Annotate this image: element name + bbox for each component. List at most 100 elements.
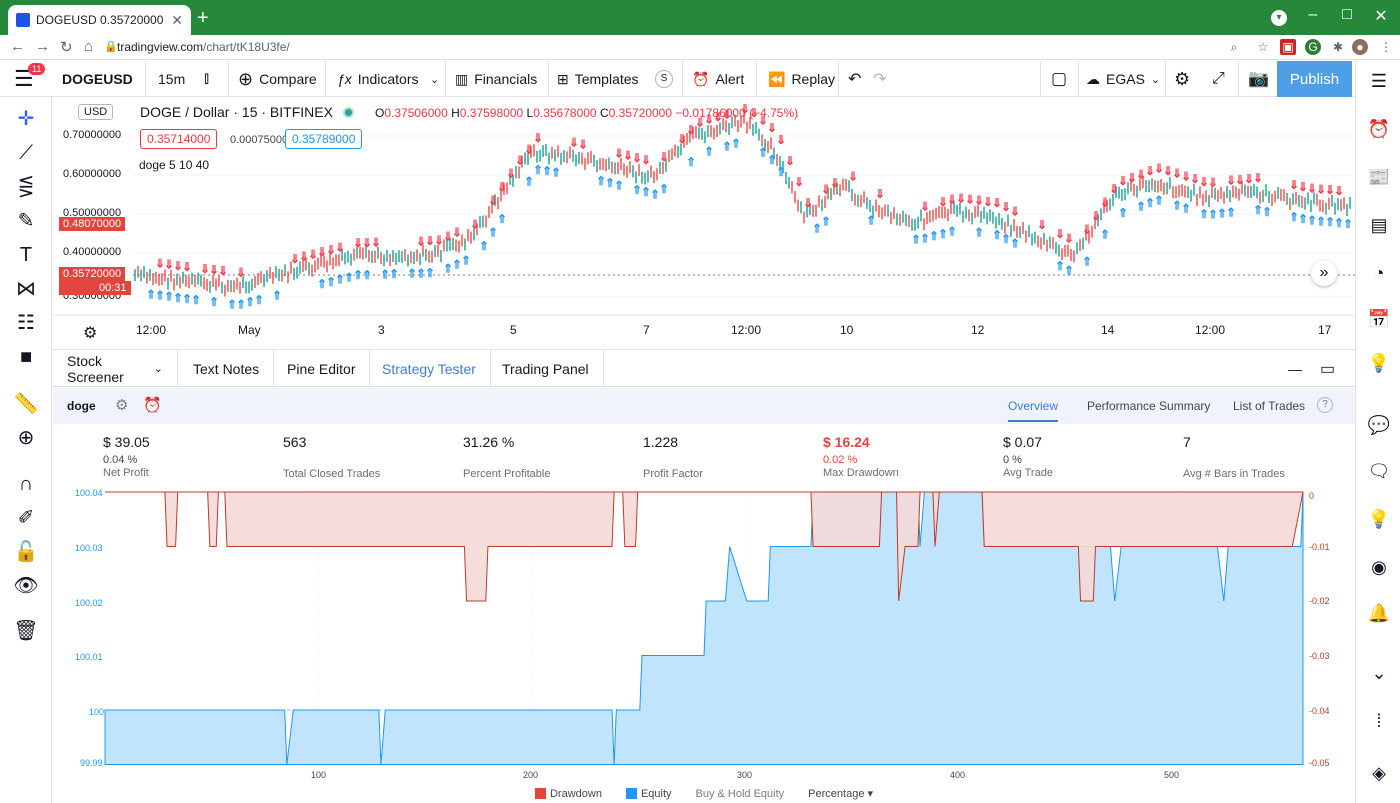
alerts-clock-icon[interactable]: ⏰ [1367, 117, 1391, 141]
currency-button[interactable]: USD [78, 104, 114, 120]
scale-dropdown[interactable]: Percentage ▾ [808, 787, 873, 800]
reload-icon[interactable]: ↻ [60, 38, 73, 56]
sell-signal-arrow: ⇓ [1100, 196, 1110, 210]
ruler-icon[interactable]: 📏 [13, 392, 39, 416]
chats-icon[interactable]: 💬 [1367, 413, 1391, 437]
streams-icon[interactable]: 💡 [1367, 507, 1391, 531]
help-icon[interactable]: ? [1317, 397, 1333, 413]
news-icon[interactable]: 📰 [1367, 165, 1391, 189]
back-icon[interactable]: ← [10, 38, 25, 55]
bookmark-star-icon[interactable]: ☆ [1255, 39, 1271, 55]
layout-name-button[interactable]: ☁ EGAS ⌄ [1086, 61, 1160, 97]
trash-icon[interactable]: 🗑 [13, 619, 39, 643]
alarm-clock-icon: ⏰ [692, 70, 710, 87]
tab-stock-screener[interactable]: Stock Screener ⌄ [53, 350, 178, 387]
replay-button[interactable]: ⏪ Replay [768, 61, 835, 97]
close-tab-icon[interactable]: ✕ [171, 12, 183, 29]
profile-dropdown-icon[interactable]: ▾ [1271, 10, 1287, 26]
time-settings-icon[interactable]: ⚙ [83, 323, 97, 343]
undo-icon[interactable]: ↶ [848, 61, 861, 97]
pattern-icon[interactable]: ⋈ [13, 277, 39, 301]
url-field[interactable]: tradingview.com/chart/tK18U3fe/ [117, 40, 290, 54]
prediction-icon[interactable]: ☷ [13, 311, 39, 335]
hotlist-icon[interactable]: ◔ [1367, 261, 1391, 285]
legend-equity[interactable]: Equity [625, 788, 672, 800]
price-chart[interactable]: ⇑ ⇓ ⇑ ⇓ ⇑ ⇓ ⇑ ⇓ ⇑ ⇑ ⇓ ⇓ ⇑ ⇓ ⇑ ⇓ ⇑ ⇑ ⇑ ⇑ ⇓ ⇓ ⇓ ⇓ ⇑ ⇓ ⇑ ⇓ ⇑ ⇑ ⇓ ⇑ ⇓ ⇑ ⇓ ⇑ ⇑ ⇑ ⇓ ⇑… [53, 97, 1355, 345]
calendar-icon[interactable]: 📅 [1367, 307, 1391, 331]
publish-button[interactable]: Publish [1277, 61, 1352, 97]
data-window-icon[interactable]: ▤ [1367, 213, 1391, 237]
watchlist-icon[interactable]: ☰ [1367, 69, 1391, 93]
strategy-settings-gear-icon[interactable]: ⚙ [115, 396, 128, 414]
close-window-icon[interactable]: ✕ [1371, 6, 1391, 26]
extension-icon[interactable]: ▣ [1280, 39, 1296, 55]
fib-tool-icon[interactable]: ⋚ [13, 175, 39, 199]
layers-icon[interactable]: ◈ [1367, 761, 1391, 785]
tab-pine-editor[interactable]: Pine Editor [273, 350, 371, 387]
legend-drawdown[interactable]: Drawdown [534, 788, 602, 800]
strategy-alert-icon[interactable]: ⏰ [143, 396, 162, 414]
symbol-search-button[interactable]: DOGEUSD [62, 61, 133, 97]
shapes-icon[interactable]: ■ [13, 345, 39, 369]
templates-button[interactable]: ⊞ Templates [557, 61, 639, 97]
indicator-label[interactable]: doge 5 10 40 [139, 158, 209, 172]
avatar[interactable]: ● [1352, 39, 1368, 55]
lock-drawing-icon[interactable]: ✐ [13, 506, 39, 530]
home-icon[interactable]: ⌂ [84, 38, 93, 55]
grammarly-icon[interactable]: G [1305, 39, 1321, 55]
templates-badge[interactable]: S [655, 61, 673, 97]
compare-button[interactable]: ⊕ Compare [238, 61, 317, 97]
sell-signal-arrow: ⇓ [1037, 218, 1047, 232]
new-tab-icon[interactable]: + [197, 8, 209, 28]
financials-button[interactable]: ▥ Financials [455, 61, 537, 97]
maximize-icon[interactable]: □ [1337, 6, 1357, 24]
grid-dots-icon[interactable]: ⁞ [1367, 709, 1391, 733]
text-tool-icon[interactable]: T [13, 243, 39, 267]
minimize-icon[interactable]: – [1303, 6, 1323, 24]
buy-signal-arrow: ⇑ [974, 226, 984, 240]
collapse-chevron-icon[interactable]: ⌄ [1367, 661, 1391, 685]
candles-icon[interactable]: ⫾ [204, 61, 209, 97]
interval-button[interactable]: 15m [158, 61, 185, 97]
alert-button[interactable]: ⏰ Alert [692, 61, 744, 97]
zoom-icon[interactable]: ⌕ [1226, 39, 1242, 55]
view-list-of-trades[interactable]: List of Trades [1233, 399, 1305, 413]
sell-signal-arrow: ⇓ [659, 150, 669, 164]
tab-trading-panel[interactable]: Trading Panel [488, 350, 604, 387]
lock-icon[interactable]: 🔒 [104, 40, 118, 53]
camera-icon[interactable]: 📷 [1248, 61, 1269, 97]
crosshair-icon[interactable]: ✛ [13, 107, 39, 131]
zoom-in-icon[interactable]: ⊕ [13, 426, 39, 450]
tab-strategy-tester[interactable]: Strategy Tester [368, 350, 491, 387]
trend-line-icon[interactable]: ⟋ [13, 141, 39, 165]
brush-icon[interactable]: ✎ [13, 209, 39, 233]
eye-icon[interactable]: 👁 [13, 574, 39, 598]
legend-buy-hold[interactable]: Buy & Hold Equity [696, 788, 785, 800]
equity-chart[interactable]: 100.04 100.03 100.02 100.01 100 99.99 0 … [53, 488, 1355, 784]
layout-square-icon[interactable]: ▢ [1051, 61, 1067, 97]
menu-kebab-icon[interactable]: ⋮ [1378, 39, 1394, 55]
live-stream-icon[interactable]: ◉ [1367, 555, 1391, 579]
extensions-puzzle-icon[interactable]: ✱ [1330, 39, 1346, 55]
tab-text-notes[interactable]: Text Notes [179, 350, 275, 387]
magnet-icon[interactable]: ∩ [13, 472, 39, 496]
buy-signal-arrow: ⇑ [821, 215, 831, 229]
chevron-down-icon[interactable]: ⌄ [430, 61, 439, 97]
unlock-icon[interactable]: 🔓 [13, 540, 39, 564]
maximize-panel-icon[interactable]: ▭ [1320, 350, 1335, 387]
view-overview[interactable]: Overview [1008, 399, 1058, 413]
messages-icon[interactable]: 🗨 [1367, 459, 1391, 483]
forward-icon[interactable]: → [35, 38, 50, 55]
scroll-to-realtime-button[interactable]: » [1311, 260, 1337, 286]
browser-tab[interactable]: DOGEUSD 0.35720000 ▲ +16.4% ✕ [8, 5, 191, 35]
ideas-bulb-icon[interactable]: 💡 [1367, 351, 1391, 375]
settings-gear-icon[interactable]: ⚙ [1174, 61, 1190, 97]
indicators-button[interactable]: ƒx Indicators [337, 61, 419, 97]
buy-price-button[interactable]: 0.35789000 [285, 129, 363, 149]
sell-price-button[interactable]: 0.35714000 [140, 129, 218, 149]
view-performance-summary[interactable]: Performance Summary [1087, 399, 1210, 413]
notifications-bell-icon[interactable]: 🔔 [1367, 601, 1391, 625]
fullscreen-icon[interactable]: ⤢ [1212, 61, 1225, 97]
minimize-panel-icon[interactable]: — [1288, 350, 1302, 387]
redo-icon[interactable]: ↷ [873, 61, 886, 97]
